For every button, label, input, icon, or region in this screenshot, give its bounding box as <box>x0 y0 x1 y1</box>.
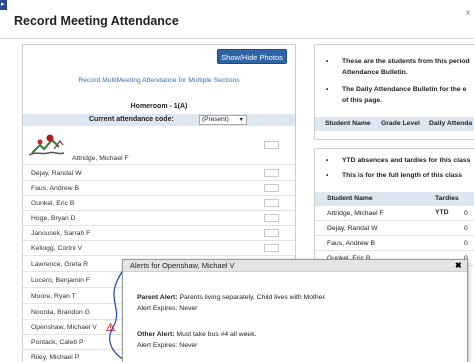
student-name[interactable]: Faus, Andrew B <box>31 185 79 192</box>
collapse-sidebar-toggle[interactable] <box>0 0 7 10</box>
bulletin-note-1-cont: Attendance Bulletin. <box>342 69 408 76</box>
ytd-student-name: Faus, Andrew B <box>327 240 375 247</box>
ytd-tardies-value: 0 <box>464 225 468 232</box>
ytd-row: Attridge, Michael F 0 <box>315 206 474 221</box>
window-close-icon[interactable]: x <box>466 8 470 17</box>
title-divider <box>0 38 474 39</box>
attendance-code-label: Current attendance code: <box>89 116 174 123</box>
attendance-code-select[interactable]: (Present) ▼ <box>199 115 247 125</box>
bullet-marker: • <box>326 157 329 164</box>
other-alert: Other Alert: Must take bus #4 all week. <box>137 331 257 338</box>
student-name[interactable]: Riley, Michael P <box>31 354 79 361</box>
student-name[interactable]: Dejay, Randal W <box>31 170 82 177</box>
student-row: Dejay, Randal W <box>23 166 295 181</box>
bulletin-table-header: Student Name Grade Level Daily Attenda <box>315 117 474 131</box>
attendance-code-value: (Present) <box>202 116 229 123</box>
column-student-name[interactable]: Student Name <box>325 117 371 131</box>
panel-subtitle[interactable]: Record MultiMeeting Attendance for Multi… <box>22 77 296 84</box>
ytd-note-2: This is for the full length of this clas… <box>342 172 463 179</box>
student-name[interactable]: Kellogg, Cortni V <box>31 245 82 252</box>
ytd-student-name: Attridge, Michael F <box>327 210 384 217</box>
parent-alert-label: Parent Alert: <box>137 294 178 301</box>
student-name[interactable]: Janousek, Sarrah F <box>31 230 90 237</box>
chevron-down-icon: ▼ <box>238 117 244 123</box>
column-daily-attendance[interactable]: Daily Attenda <box>429 117 472 131</box>
attendance-checkbox[interactable] <box>264 229 279 237</box>
ytd-row: Faus, Andrew B 0 <box>315 236 474 251</box>
page-title: Record Meeting Attendance <box>14 14 179 28</box>
student-name[interactable]: Openshaw, Michael V <box>31 324 97 331</box>
bulletin-note-1: These are the students from this period <box>342 58 470 65</box>
other-alert-expires: Alert Expires: Never <box>137 342 198 349</box>
show-hide-photos-button[interactable]: Show/Hide Photos <box>217 49 287 64</box>
bullet-marker: • <box>326 58 329 65</box>
student-row: Janousek, Sarrah F <box>23 226 295 241</box>
student-name[interactable]: Hoge, Bryan D <box>31 215 76 222</box>
parent-alert-text: Parents living separately. Child lives w… <box>179 294 327 301</box>
ytd-row: Dejay, Randal W 0 <box>315 221 474 236</box>
ytd-tardies-value: 0 <box>464 240 468 247</box>
student-row: Attridge, Michael F <box>23 138 295 165</box>
student-row: Hoge, Bryan D <box>23 211 295 226</box>
popup-titlebar[interactable]: Alerts for Openshaw, Michael V <box>123 260 467 272</box>
student-row: Kellogg, Cortni V <box>23 241 295 256</box>
student-name[interactable]: Lucero, Benjamin F <box>31 277 90 284</box>
bulletin-note-2: The Daily Attendance Bulletin for the e <box>342 86 467 93</box>
student-name[interactable]: Noorda, Brandon G <box>31 309 90 316</box>
close-icon[interactable]: ✖ <box>455 260 462 272</box>
bulletin-note-2-cont: of this page. <box>342 97 383 104</box>
other-alert-label: Other Alert: <box>137 331 175 338</box>
bullet-marker: • <box>326 172 329 179</box>
student-name[interactable]: Lawrence, Greta R <box>31 261 88 268</box>
ytd-table-header: Student Name Tardies YTD <box>315 192 474 216</box>
column-student-name[interactable]: Student Name <box>327 192 373 206</box>
student-name[interactable]: Moore, Ryan T <box>31 293 76 300</box>
student-name[interactable]: Pontack, Caleb P <box>31 339 84 346</box>
attendance-checkbox[interactable] <box>264 184 279 192</box>
ytd-note-1: YTD absences and tardies for this class <box>342 157 471 164</box>
ytd-student-name: Dejay, Randal W <box>327 225 378 232</box>
alerts-popup: Alerts for Openshaw, Michael V ✖ Parent … <box>122 259 468 362</box>
student-row: Gunkel, Eric B <box>23 196 295 211</box>
homeroom-heading: Homeroom - 1(A) <box>130 103 188 110</box>
attendance-checkbox[interactable] <box>264 199 279 207</box>
bullet-marker: • <box>326 86 329 93</box>
parent-alert-expires: Alert Expires: Never <box>137 305 198 312</box>
student-row: Faus, Andrew B <box>23 181 295 196</box>
ytd-tardies-value: 0 <box>464 210 468 217</box>
attendance-checkbox[interactable] <box>264 244 279 252</box>
attendance-checkbox[interactable] <box>264 169 279 177</box>
column-grade-level[interactable]: Grade Level <box>381 117 420 131</box>
attendance-checkbox[interactable] <box>264 214 279 222</box>
attendance-code-bar: Current attendance code: (Present) ▼ <box>23 114 295 126</box>
parent-alert: Parent Alert: Parents living separately.… <box>137 294 326 301</box>
popup-title: Alerts for Openshaw, Michael V <box>130 261 235 270</box>
attendance-checkbox[interactable] <box>264 141 279 149</box>
other-alert-text: Must take bus #4 all week. <box>176 331 257 338</box>
student-name[interactable]: Gunkel, Eric B <box>31 200 74 207</box>
student-name[interactable]: Attridge, Michael F <box>72 155 129 162</box>
